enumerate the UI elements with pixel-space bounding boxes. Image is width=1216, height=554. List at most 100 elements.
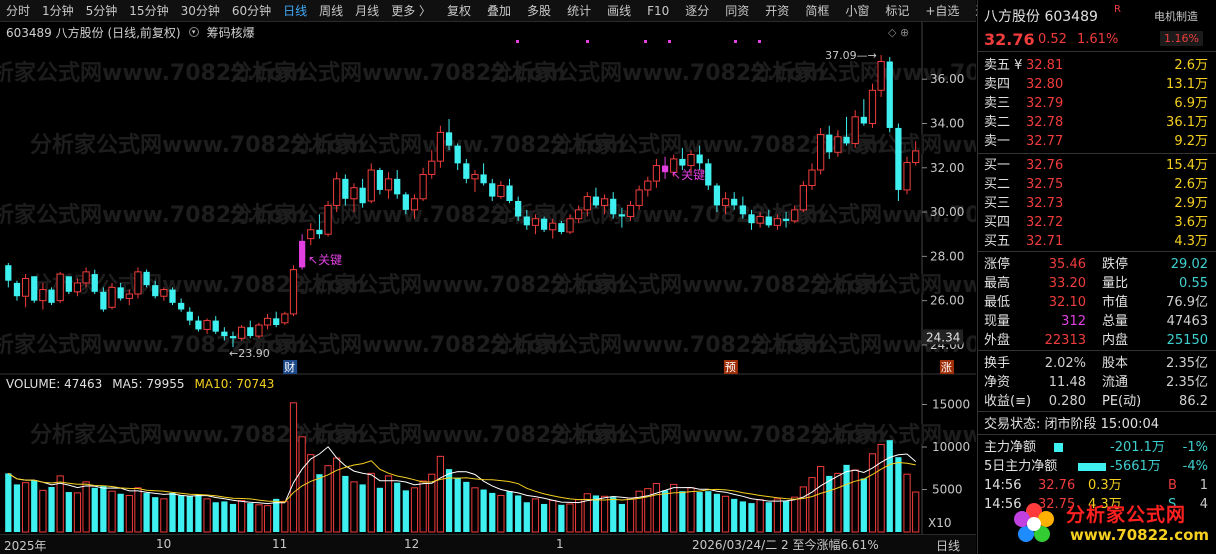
candle-body — [56, 273, 64, 302]
candle-body — [635, 189, 643, 206]
sell-row: 卖二 32.78 36.1万 — [978, 113, 1216, 132]
candle-body — [247, 327, 254, 337]
candle-body — [903, 161, 911, 191]
volume-bar — [480, 489, 487, 532]
toolbar-button-4[interactable]: 画线 — [601, 0, 637, 22]
buy-row: 买一 32.76 15.4万 — [978, 156, 1216, 175]
event-badge[interactable]: 财 — [283, 360, 298, 374]
candle-body — [186, 311, 193, 321]
candle-body — [834, 136, 842, 153]
toolbar-button-8[interactable]: 开资 — [759, 0, 795, 22]
volume-bar — [212, 502, 219, 532]
period-tab-6[interactable]: 日线 — [277, 0, 313, 22]
candle-body — [117, 287, 124, 299]
candle-body — [91, 274, 98, 292]
volume-bar — [713, 493, 721, 532]
volume-bar — [868, 453, 877, 533]
candle-body — [65, 276, 72, 292]
volume-unit-label: X10 — [928, 516, 952, 530]
event-badge[interactable]: 预 — [723, 360, 738, 374]
stat-label: 跌停 — [1102, 257, 1129, 272]
volume-bar — [13, 484, 21, 532]
toolbar-button-9[interactable]: 简框 — [799, 0, 835, 22]
stat-value: 29.02 — [1170, 257, 1208, 272]
volume-bar — [376, 487, 384, 532]
stats-block: 涨停 35.46 跌停 29.02 最高 33.20 量比 0.55 最低 32.10 市值 76.9… — [978, 251, 1216, 350]
volume-y-tick-label: 5000 — [932, 483, 963, 497]
candle-body — [350, 187, 358, 200]
tick-side: B — [1168, 478, 1177, 493]
toolbar-button-1[interactable]: 叠加 — [481, 0, 517, 22]
candle-body — [152, 285, 159, 297]
sell-row: 卖五 ¥32.81 2.6万 — [978, 56, 1216, 75]
event-badge-label: 涨 — [941, 361, 952, 374]
sell-row: 卖三 32.79 6.9万 — [978, 94, 1216, 113]
event-badge-label: 财 — [284, 360, 295, 374]
toolbar-button-0[interactable]: 复权 — [441, 0, 477, 22]
toolbar-button-7[interactable]: 同资 — [719, 0, 755, 22]
volume-bar — [748, 503, 755, 532]
toolbar-button-10[interactable]: 小窗 — [839, 0, 875, 22]
candle-body — [454, 145, 461, 164]
toolbar-button-5[interactable]: F10 — [641, 0, 675, 22]
price-chart[interactable]: 分析家公式网www.70822.com分析家公式网www.70822.com分析… — [0, 22, 976, 534]
candle-body — [626, 204, 635, 218]
volume-bar — [463, 481, 470, 532]
period-tab-3[interactable]: 15分钟 — [123, 0, 174, 22]
signal-dot — [668, 40, 671, 43]
stat-value: 0.280 — [1048, 394, 1086, 409]
candle-body — [480, 174, 487, 184]
volume-header: VOLUME: 47463 MA5: 79955 MA10: 70743 — [6, 377, 274, 391]
toolbar-button-3[interactable]: 统计 — [561, 0, 597, 22]
sell-volume: 6.9万 — [1174, 96, 1208, 111]
candle-body — [895, 127, 902, 190]
period-tab-8[interactable]: 月线 — [349, 0, 385, 22]
candle-body — [843, 136, 850, 144]
toolbar: 分时 1分钟 5分钟 15分钟 30分钟 60分钟 日线 周线 月线 更多 〉复权 叠加 多股 统计 画线… — [0, 0, 999, 22]
signal-dot — [758, 40, 761, 43]
volume-bar — [169, 492, 176, 532]
sell-row: 卖一 32.77 9.2万 — [978, 132, 1216, 151]
y-tick-label: 36.00 — [930, 72, 964, 86]
stat-label: 量比 — [1102, 276, 1129, 291]
industry-label[interactable]: 电机制造 — [1154, 8, 1198, 24]
stat-label: 换手 — [984, 356, 1011, 371]
period-tab-1[interactable]: 1分钟 — [36, 0, 80, 22]
stat-value: 2.35亿 — [1166, 375, 1208, 390]
candle-body — [540, 218, 548, 230]
buy-price: 32.72 — [1026, 215, 1064, 230]
stat-label: 股本 — [1102, 356, 1129, 371]
toolbar-button-11[interactable]: 标记 — [879, 0, 915, 22]
toolbar-button-2[interactable]: 多股 — [521, 0, 557, 22]
volume-bar — [195, 494, 202, 532]
period-tab-7[interactable]: 周线 — [313, 0, 349, 22]
stat-value: 312 — [1061, 314, 1086, 329]
period-tab-2[interactable]: 5分钟 — [80, 0, 124, 22]
period-tab-5[interactable]: 60分钟 — [226, 0, 277, 22]
period-tab-9[interactable]: 更多 〉 — [385, 0, 437, 22]
ma10-label: MA10: 70743 — [194, 377, 275, 391]
candle-body — [100, 291, 107, 310]
volume-bar — [91, 487, 98, 532]
buy-volume: 4.3万 — [1174, 234, 1208, 249]
volume-bar — [31, 480, 38, 532]
buy-price: 32.75 — [1026, 177, 1064, 192]
event-badge[interactable]: 涨 — [939, 360, 954, 374]
toolbar-button-12[interactable]: +自选 — [919, 0, 965, 22]
candle-body — [618, 214, 625, 217]
volume-bar — [506, 491, 513, 532]
flow-row: 5日主力净额 -5661万 -4% — [978, 457, 1216, 476]
price-change-pct: 1.61% — [1077, 32, 1119, 47]
toolbar-button-6[interactable]: 逐分 — [679, 0, 715, 22]
period-tab-0[interactable]: 分时 — [0, 0, 36, 22]
volume-bar — [600, 495, 609, 533]
sell-row: 卖四 32.80 13.1万 — [978, 75, 1216, 94]
buy-row: 买二 32.75 2.6万 — [978, 175, 1216, 194]
volume-bar — [221, 501, 228, 532]
sell-price: 32.78 — [1026, 115, 1064, 130]
period-tab-4[interactable]: 30分钟 — [175, 0, 226, 22]
candle-body — [367, 169, 375, 202]
candle-body — [134, 271, 142, 295]
flow-swatch — [1054, 443, 1063, 452]
volume-bar — [515, 495, 522, 532]
